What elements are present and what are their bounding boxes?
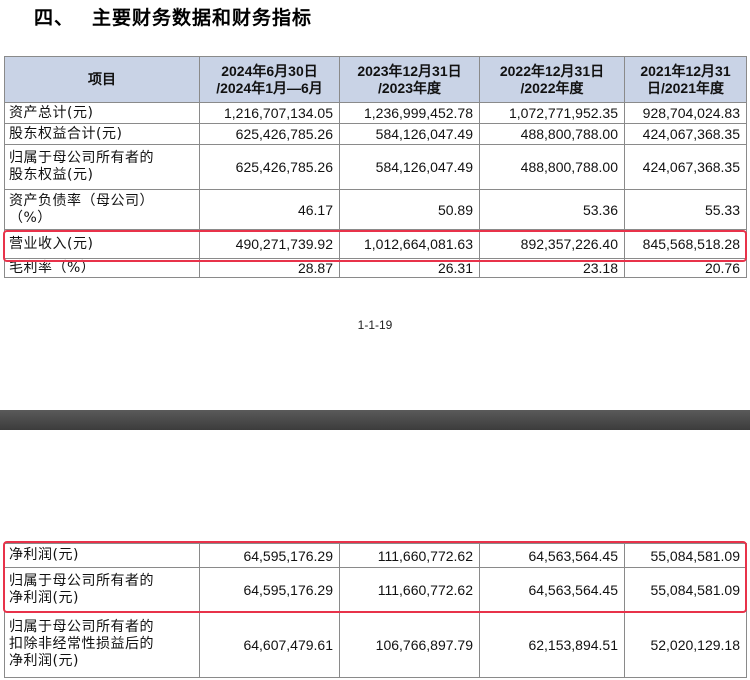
- cell-value: 53.36: [479, 189, 625, 230]
- cell-value: 625,426,785.26: [199, 123, 340, 145]
- table-row: 资产总计(元) 1,216,707,134.05 1,236,999,452.7…: [4, 102, 747, 124]
- cell-value: 1,072,771,952.35: [479, 102, 625, 124]
- table-header-row: 项目 2024年6月30日 /2024年1月—6月 2023年12月31日 /2…: [4, 56, 747, 103]
- cell-value: 928,704,024.83: [624, 102, 747, 124]
- cell-value: 892,357,226.40: [479, 229, 625, 259]
- cell-value: 64,563,564.45: [479, 567, 625, 612]
- row-label: 毛利率（%）: [4, 258, 200, 278]
- cell-value: 488,800,788.00: [479, 144, 625, 190]
- header-col-2023: 2023年12月31日 /2023年度: [339, 56, 480, 103]
- table-row: 股东权益合计(元) 625,426,785.26 584,126,047.49 …: [4, 123, 747, 145]
- cell-value: 111,660,772.62: [339, 543, 480, 568]
- page-break-bar: [0, 410, 750, 430]
- cell-value: 845,568,518.28: [624, 229, 747, 259]
- cell-value: 64,595,176.29: [199, 543, 340, 568]
- row-label: 归属于母公司所有者的 净利润(元): [4, 567, 200, 612]
- table-row: 资产负债率（母公司） （%） 46.17 50.89 53.36 55.33: [4, 189, 747, 230]
- cell-value: 55,084,581.09: [624, 567, 747, 612]
- cell-value: 55.33: [624, 189, 747, 230]
- cell-value: 584,126,047.49: [339, 144, 480, 190]
- cell-value: 584,126,047.49: [339, 123, 480, 145]
- cell-value: 424,067,368.35: [624, 144, 747, 190]
- row-label: 资产负债率（母公司） （%）: [4, 189, 200, 230]
- cell-value: 46.17: [199, 189, 340, 230]
- row-label: 股东权益合计(元): [4, 123, 200, 145]
- cell-value: 488,800,788.00: [479, 123, 625, 145]
- cell-value: 55,084,581.09: [624, 543, 747, 568]
- table-row: 归属于母公司所有者的 股东权益(元) 625,426,785.26 584,12…: [4, 144, 747, 190]
- row-label: 营业收入(元): [4, 229, 200, 259]
- cell-value: 20.76: [624, 258, 747, 278]
- section-heading: 四、 主要财务数据和财务指标: [34, 3, 312, 30]
- cell-value: 1,216,707,134.05: [199, 102, 340, 124]
- header-item: 项目: [4, 56, 200, 103]
- header-col-2022: 2022年12月31日 /2022年度: [479, 56, 625, 103]
- cell-value: 1,236,999,452.78: [339, 102, 480, 124]
- cell-value: 26.31: [339, 258, 480, 278]
- page-number: 1-1-19: [357, 318, 393, 332]
- table-row: 毛利率（%） 28.87 26.31 23.18 20.76: [4, 258, 747, 278]
- row-label: 归属于母公司所有者的 扣除非经常性损益后的 净利润(元): [4, 611, 200, 678]
- header-col-2024h1: 2024年6月30日 /2024年1月—6月: [199, 56, 340, 103]
- financial-table-bottom: 净利润(元) 64,595,176.29 111,660,772.62 64,5…: [4, 543, 747, 678]
- row-label: 净利润(元): [4, 543, 200, 568]
- cell-value: 64,607,479.61: [199, 611, 340, 678]
- cell-value: 111,660,772.62: [339, 567, 480, 612]
- header-col-2021: 2021年12月31 日/2021年度: [624, 56, 747, 103]
- cell-value: 106,766,897.79: [339, 611, 480, 678]
- row-label: 归属于母公司所有者的 股东权益(元): [4, 144, 200, 190]
- cell-value: 64,595,176.29: [199, 567, 340, 612]
- table-row-highlighted: 营业收入(元) 490,271,739.92 1,012,664,081.63 …: [4, 229, 747, 259]
- cell-value: 52,020,129.18: [624, 611, 747, 678]
- cell-value: 1,012,664,081.63: [339, 229, 480, 259]
- cell-value: 28.87: [199, 258, 340, 278]
- cell-value: 490,271,739.92: [199, 229, 340, 259]
- cell-value: 64,563,564.45: [479, 543, 625, 568]
- table-row-highlighted: 净利润(元) 64,595,176.29 111,660,772.62 64,5…: [4, 543, 747, 568]
- section-number: 四、: [34, 7, 75, 29]
- table-row: 归属于母公司所有者的 扣除非经常性损益后的 净利润(元) 64,607,479.…: [4, 611, 747, 678]
- table-row-highlighted: 归属于母公司所有者的 净利润(元) 64,595,176.29 111,660,…: [4, 567, 747, 612]
- section-title: 主要财务数据和财务指标: [92, 7, 313, 29]
- cell-value: 424,067,368.35: [624, 123, 747, 145]
- cell-value: 23.18: [479, 258, 625, 278]
- financial-table-top: 项目 2024年6月30日 /2024年1月—6月 2023年12月31日 /2…: [4, 56, 747, 278]
- cell-value: 62,153,894.51: [479, 611, 625, 678]
- cell-value: 625,426,785.26: [199, 144, 340, 190]
- cell-value: 50.89: [339, 189, 480, 230]
- row-label: 资产总计(元): [4, 102, 200, 124]
